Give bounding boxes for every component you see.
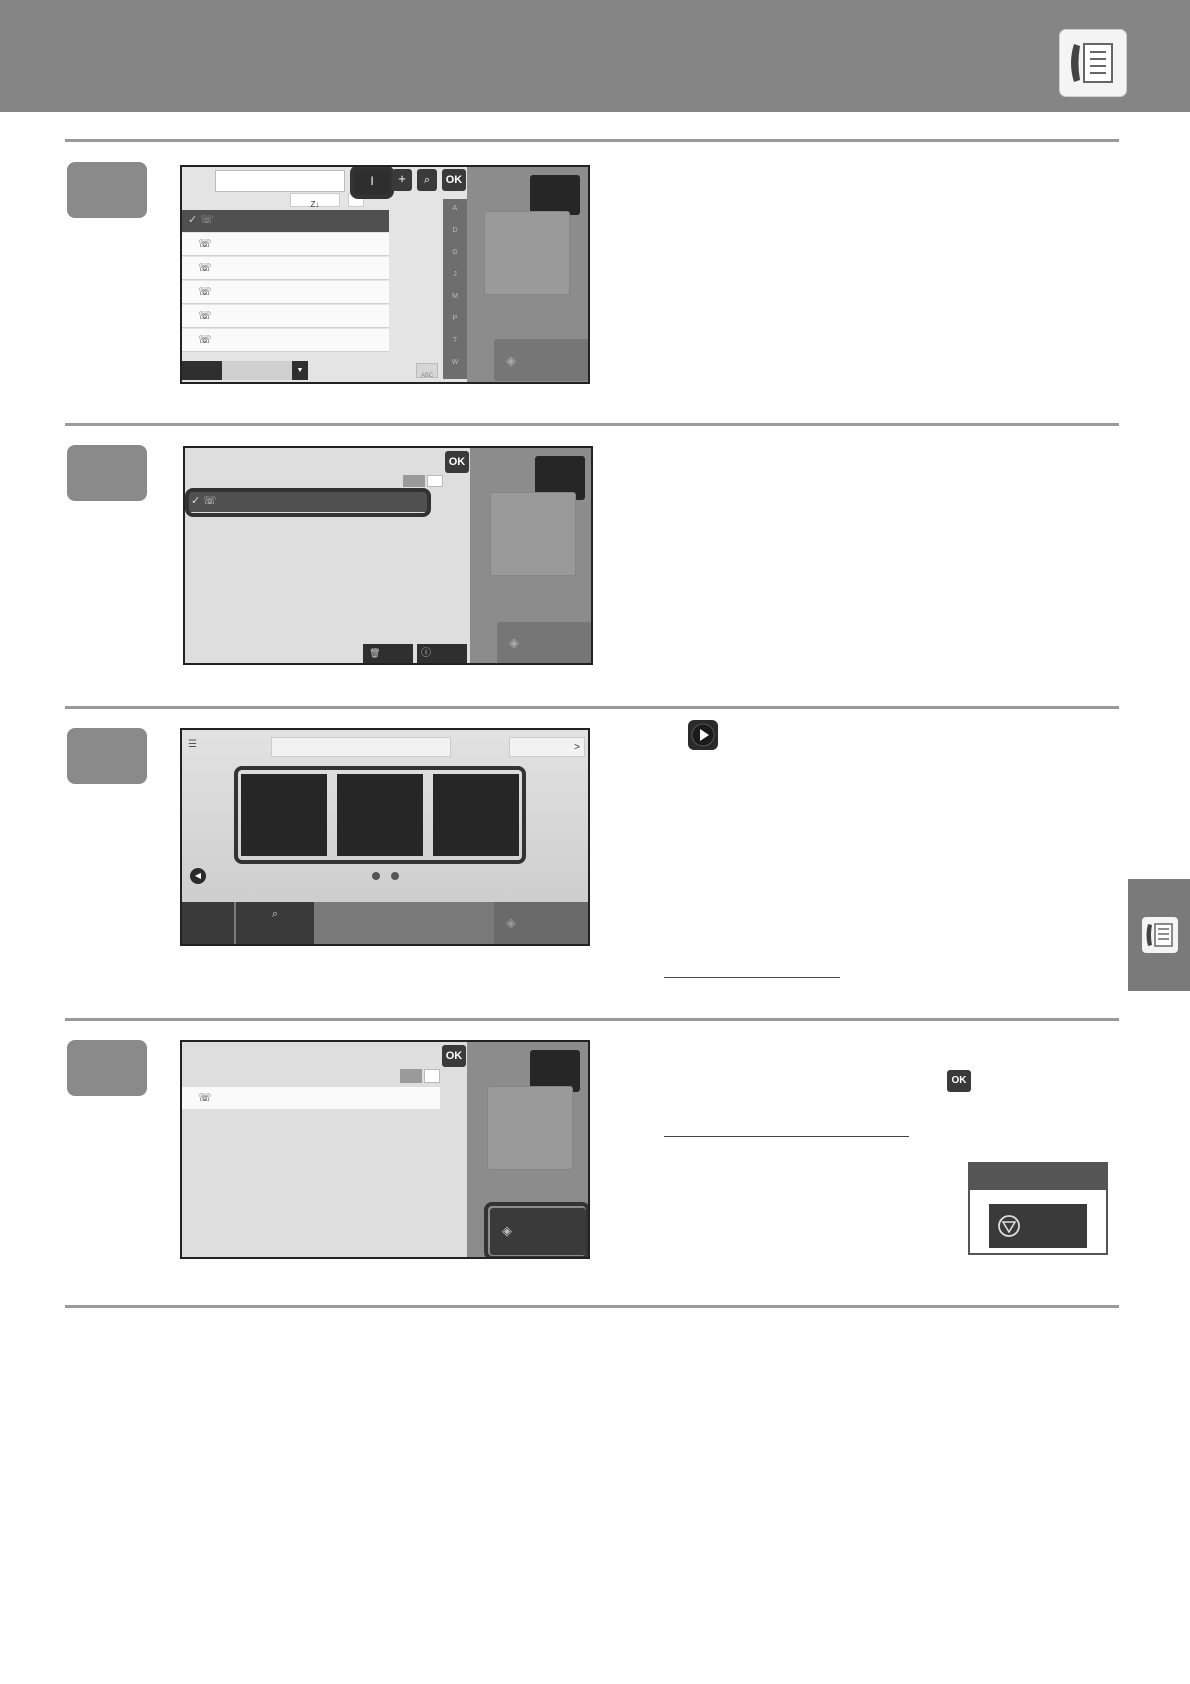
ok-button[interactable]: OK: [442, 1045, 466, 1067]
add-label: +: [398, 171, 406, 186]
list-item[interactable]: ☏: [182, 329, 389, 352]
fax-home-screen: ☰ > ◀ ⌕ ◈: [180, 728, 590, 946]
step-badge-1: [67, 162, 147, 218]
fax-address-book-icon[interactable]: ☰: [188, 739, 197, 750]
count-badge: [403, 475, 425, 487]
phone-icon: ☏: [198, 262, 212, 274]
send-screen: OK ☏ ◈: [180, 1040, 590, 1259]
list-item[interactable]: ☏: [182, 233, 389, 256]
highlight-frame: [234, 766, 526, 864]
settings-area: [490, 492, 576, 576]
highlight-frame: [484, 1202, 588, 1257]
next-button[interactable]: >: [509, 737, 585, 757]
section-divider: [65, 1305, 1119, 1308]
preview-icon[interactable]: ⌕: [236, 902, 314, 944]
search-field[interactable]: [215, 170, 345, 192]
next-label: >: [574, 742, 580, 753]
page-indicator-dot: [372, 872, 380, 880]
start-button[interactable]: ◈: [497, 622, 591, 663]
address-book-screen: ◈ Z↓ ✓ ☏ ☏ ☏ ☏ ☏ ☏ ▼ ABC A D G J M P T W…: [180, 165, 590, 384]
index-letter[interactable]: W: [444, 359, 466, 381]
count-badge: [400, 1069, 422, 1083]
index-letter[interactable]: A: [444, 205, 466, 227]
category-button[interactable]: [182, 361, 222, 380]
step-badge-4: [67, 1040, 147, 1096]
sort-label: Z↓: [310, 200, 320, 209]
chevron-down-icon[interactable]: ▼: [292, 361, 308, 380]
side-tab[interactable]: [1128, 879, 1190, 991]
settings-area: [484, 211, 570, 295]
index-letter[interactable]: P: [444, 315, 466, 337]
list-item[interactable]: ☏: [182, 257, 389, 280]
trash-icon[interactable]: 🗑: [363, 644, 413, 663]
section-divider: [65, 423, 1119, 426]
selected-group-row[interactable]: ✓ ☏: [182, 210, 389, 232]
index-letters: A D G J M P T W: [444, 205, 466, 381]
search-icon[interactable]: ⌕: [417, 169, 437, 191]
stop-key-panel-header: [970, 1164, 1106, 1190]
ok-label: OK: [448, 456, 466, 468]
index-letter[interactable]: J: [444, 271, 466, 293]
previous-page-icon[interactable]: ◀: [190, 868, 206, 884]
reference-link-underline[interactable]: [664, 977, 840, 978]
category-select[interactable]: [222, 361, 292, 380]
highlight-frame: [185, 488, 431, 517]
section-divider: [65, 1018, 1119, 1021]
phone-icon: ☏: [198, 334, 212, 346]
section-divider: [65, 139, 1119, 142]
index-letter[interactable]: G: [444, 249, 466, 271]
step-badge-3: [67, 728, 147, 784]
sort-button[interactable]: Z↓: [290, 193, 340, 209]
highlight-frame: [350, 167, 394, 199]
ok-button[interactable]: OK: [445, 451, 469, 473]
section-divider: [65, 706, 1119, 709]
add-button[interactable]: +: [392, 169, 412, 191]
list-item[interactable]: ☏: [182, 281, 389, 304]
display-toggle-button[interactable]: [424, 1069, 440, 1083]
start-button[interactable]: ◈: [494, 339, 588, 381]
fax-address-book-icon: [1060, 30, 1126, 96]
address-field[interactable]: [271, 737, 451, 757]
start-button[interactable]: ◈: [494, 902, 588, 944]
list-item[interactable]: ☏: [182, 305, 389, 328]
index-letter[interactable]: M: [444, 293, 466, 315]
phone-icon: ☏: [198, 286, 212, 298]
index-tab-button[interactable]: ABC: [416, 363, 438, 379]
index-letter[interactable]: T: [444, 337, 466, 359]
check-icon: ✓: [188, 214, 198, 226]
start-icon: ◈: [506, 353, 516, 368]
ok-label: OK: [951, 1075, 967, 1086]
stop-key-panel: [968, 1162, 1108, 1255]
fax-address-book-icon: [1142, 917, 1178, 953]
index-letter[interactable]: D: [444, 227, 466, 249]
step-badge-2: [67, 445, 147, 501]
reference-link-underline[interactable]: [664, 1136, 909, 1137]
start-icon: ◈: [509, 635, 519, 650]
settings-area: [487, 1086, 573, 1170]
function-key[interactable]: [182, 902, 234, 944]
index-tab-label: ABC: [420, 373, 434, 379]
start-icon: ◈: [506, 915, 516, 930]
play-button-icon: [688, 720, 718, 750]
preview-block: [530, 175, 580, 215]
phone-icon: ☏: [200, 214, 214, 226]
ok-button-inline-icon: OK: [947, 1070, 971, 1092]
ok-button[interactable]: OK: [442, 169, 466, 191]
page-indicator-dot: [391, 872, 399, 880]
stop-icon: [998, 1215, 1020, 1237]
phone-icon: ☏: [198, 238, 212, 250]
ok-label: OK: [445, 1050, 463, 1062]
display-toggle-button[interactable]: [427, 475, 443, 487]
phone-icon: ☏: [198, 310, 212, 322]
stop-key[interactable]: [989, 1204, 1087, 1248]
address-row[interactable]: ☏: [182, 1087, 440, 1109]
ok-label: OK: [445, 174, 463, 186]
page-header: [0, 0, 1190, 112]
selected-address-screen: ◈ OK ✓ ☏ 🗑 ⓘ: [183, 446, 593, 665]
info-icon[interactable]: ⓘ: [417, 644, 467, 663]
phone-icon: ☏: [198, 1092, 212, 1104]
